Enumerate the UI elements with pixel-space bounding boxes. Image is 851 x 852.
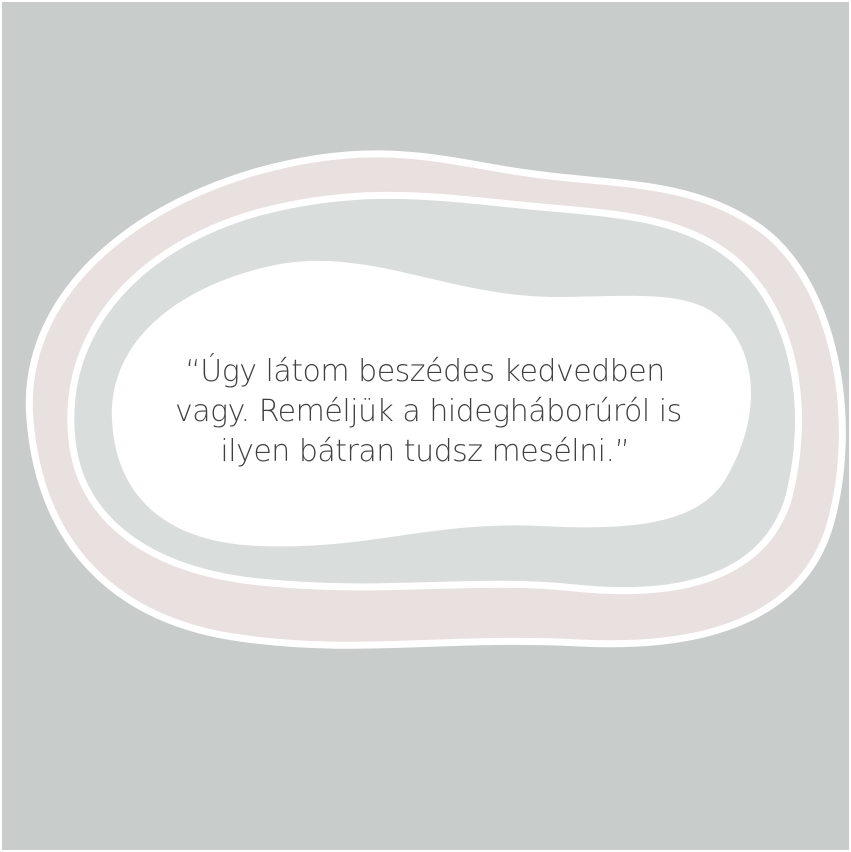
quote-line-1: “Úgy látom beszédes kedvedben: [185, 354, 665, 389]
quote-line-3: ilyen bátran tudsz mesélni.”: [220, 434, 630, 469]
quote-line-2: vagy. Reméljük a hidegháborúról is: [175, 394, 682, 429]
quote-card: “Úgy látom beszédes kedvedben vagy. Remé…: [0, 0, 851, 852]
quote-text: “Úgy látom beszédes kedvedben vagy. Remé…: [175, 352, 682, 472]
